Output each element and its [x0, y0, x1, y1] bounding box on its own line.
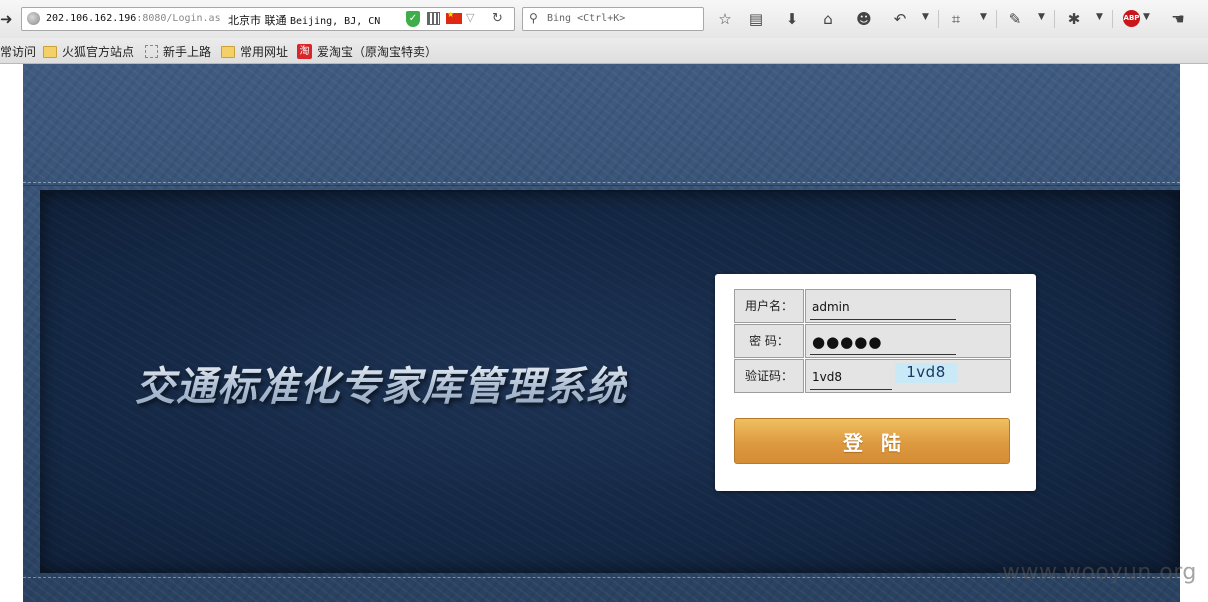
- bookmarks-bar: 常访问 火狐官方站点 新手上路 常用网址 淘 爱淘宝（原淘宝特卖）: [0, 38, 1208, 64]
- url-path: :8080/Login.as: [136, 13, 221, 24]
- chat-icon[interactable]: ☻: [854, 9, 874, 29]
- bookmark-label: 爱淘宝（原淘宝特卖）: [317, 45, 438, 59]
- login-button[interactable]: 登陆: [734, 418, 1010, 464]
- hand-pointer-icon[interactable]: ☚: [1168, 9, 1188, 29]
- system-title: 交通标准化专家库管理系统: [135, 354, 627, 412]
- password-cell: [805, 324, 1011, 358]
- page-content: 交通标准化专家库管理系统 用户名： 密 码： 验证码： 1vd8 登陆 www.…: [0, 64, 1208, 602]
- watermark: www.wooyun.org: [1002, 560, 1197, 585]
- folder-icon: [43, 45, 57, 58]
- captcha-input[interactable]: [810, 365, 892, 390]
- shield-icon[interactable]: ✓: [406, 11, 420, 27]
- username-row: 用户名：: [734, 289, 1011, 323]
- password-row: 密 码：: [734, 324, 1011, 358]
- translate-icon[interactable]: ✎: [1005, 9, 1025, 29]
- url-host: 202.106.162.196: [46, 13, 137, 24]
- url-bar[interactable]: 202.106.162.196:8080/Login.as 北京市 联通 Bei…: [21, 7, 515, 31]
- bookmark-star-icon[interactable]: ☆: [715, 9, 735, 29]
- bookmark-item[interactable]: 淘 爱淘宝（原淘宝特卖）: [297, 43, 437, 60]
- search-bar[interactable]: ⚲ Bing <Ctrl+K>: [522, 7, 704, 31]
- bookmark-item[interactable]: 常访问: [0, 43, 36, 60]
- qr-code-icon[interactable]: [427, 12, 440, 25]
- geo-city: 北京市 联通: [228, 14, 287, 27]
- bookmark-item[interactable]: 新手上路: [145, 43, 211, 60]
- bookmark-item[interactable]: 火狐官方站点: [43, 43, 134, 60]
- geo-location-en: Beijing, BJ, CN: [290, 16, 381, 27]
- undo-dropdown-icon[interactable]: ▼: [922, 12, 929, 22]
- taobao-icon: 淘: [297, 44, 312, 59]
- adblock-dropdown-icon[interactable]: ▼: [1143, 12, 1150, 22]
- geo-location: 北京市 联通 Beijing, BJ, CN: [228, 12, 380, 28]
- browser-toolbar: ➜ 202.106.162.196:8080/Login.as 北京市 联通 B…: [0, 0, 1208, 38]
- china-flag-icon[interactable]: [446, 10, 462, 24]
- stitch-divider: [23, 182, 1180, 186]
- home-icon[interactable]: ⌂: [818, 9, 838, 29]
- globe-icon: [27, 12, 40, 25]
- undo-icon[interactable]: ↶: [890, 9, 910, 29]
- bookmark-label: 新手上路: [163, 45, 212, 59]
- crop-icon[interactable]: ⌗: [946, 9, 966, 29]
- bookmark-label: 常用网址: [240, 45, 289, 59]
- toolbar-separator: [938, 10, 939, 28]
- crop-dropdown-icon[interactable]: ▼: [980, 12, 987, 22]
- password-label: 密 码：: [734, 324, 804, 358]
- url-dropdown-icon[interactable]: ▽: [466, 11, 474, 24]
- toolbar-separator: [1054, 10, 1055, 28]
- reload-icon[interactable]: ↻: [492, 11, 503, 26]
- search-icon: ⚲: [529, 11, 538, 25]
- captcha-row: 验证码： 1vd8: [734, 359, 1011, 393]
- translate-dropdown-icon[interactable]: ▼: [1038, 12, 1045, 22]
- forward-arrow-icon[interactable]: ➜: [0, 10, 13, 28]
- bookmark-item[interactable]: 常用网址: [221, 43, 288, 60]
- url-text[interactable]: 202.106.162.196:8080/Login.as: [46, 13, 221, 24]
- download-icon[interactable]: ⬇: [782, 9, 802, 29]
- bug-icon[interactable]: ✱: [1064, 9, 1084, 29]
- password-input[interactable]: [810, 330, 956, 355]
- toolbar-separator: [1112, 10, 1113, 28]
- folder-icon: [221, 45, 235, 58]
- bookmark-label: 常访问: [0, 45, 37, 59]
- blank-page-icon: [145, 45, 158, 58]
- captcha-label: 验证码：: [734, 359, 804, 393]
- search-placeholder: Bing <Ctrl+K>: [547, 13, 626, 24]
- username-cell: [805, 289, 1011, 323]
- captcha-image[interactable]: 1vd8: [895, 363, 957, 383]
- username-label: 用户名：: [734, 289, 804, 323]
- reading-list-icon[interactable]: ▤: [746, 9, 766, 29]
- bug-dropdown-icon[interactable]: ▼: [1096, 12, 1103, 22]
- adblock-icon[interactable]: ABP: [1123, 10, 1140, 27]
- login-form: 用户名： 密 码： 验证码： 1vd8 登陆: [715, 274, 1036, 491]
- toolbar-separator: [996, 10, 997, 28]
- bookmark-label: 火狐官方站点: [62, 45, 135, 59]
- username-input[interactable]: [810, 295, 956, 320]
- captcha-cell: 1vd8: [805, 359, 1011, 393]
